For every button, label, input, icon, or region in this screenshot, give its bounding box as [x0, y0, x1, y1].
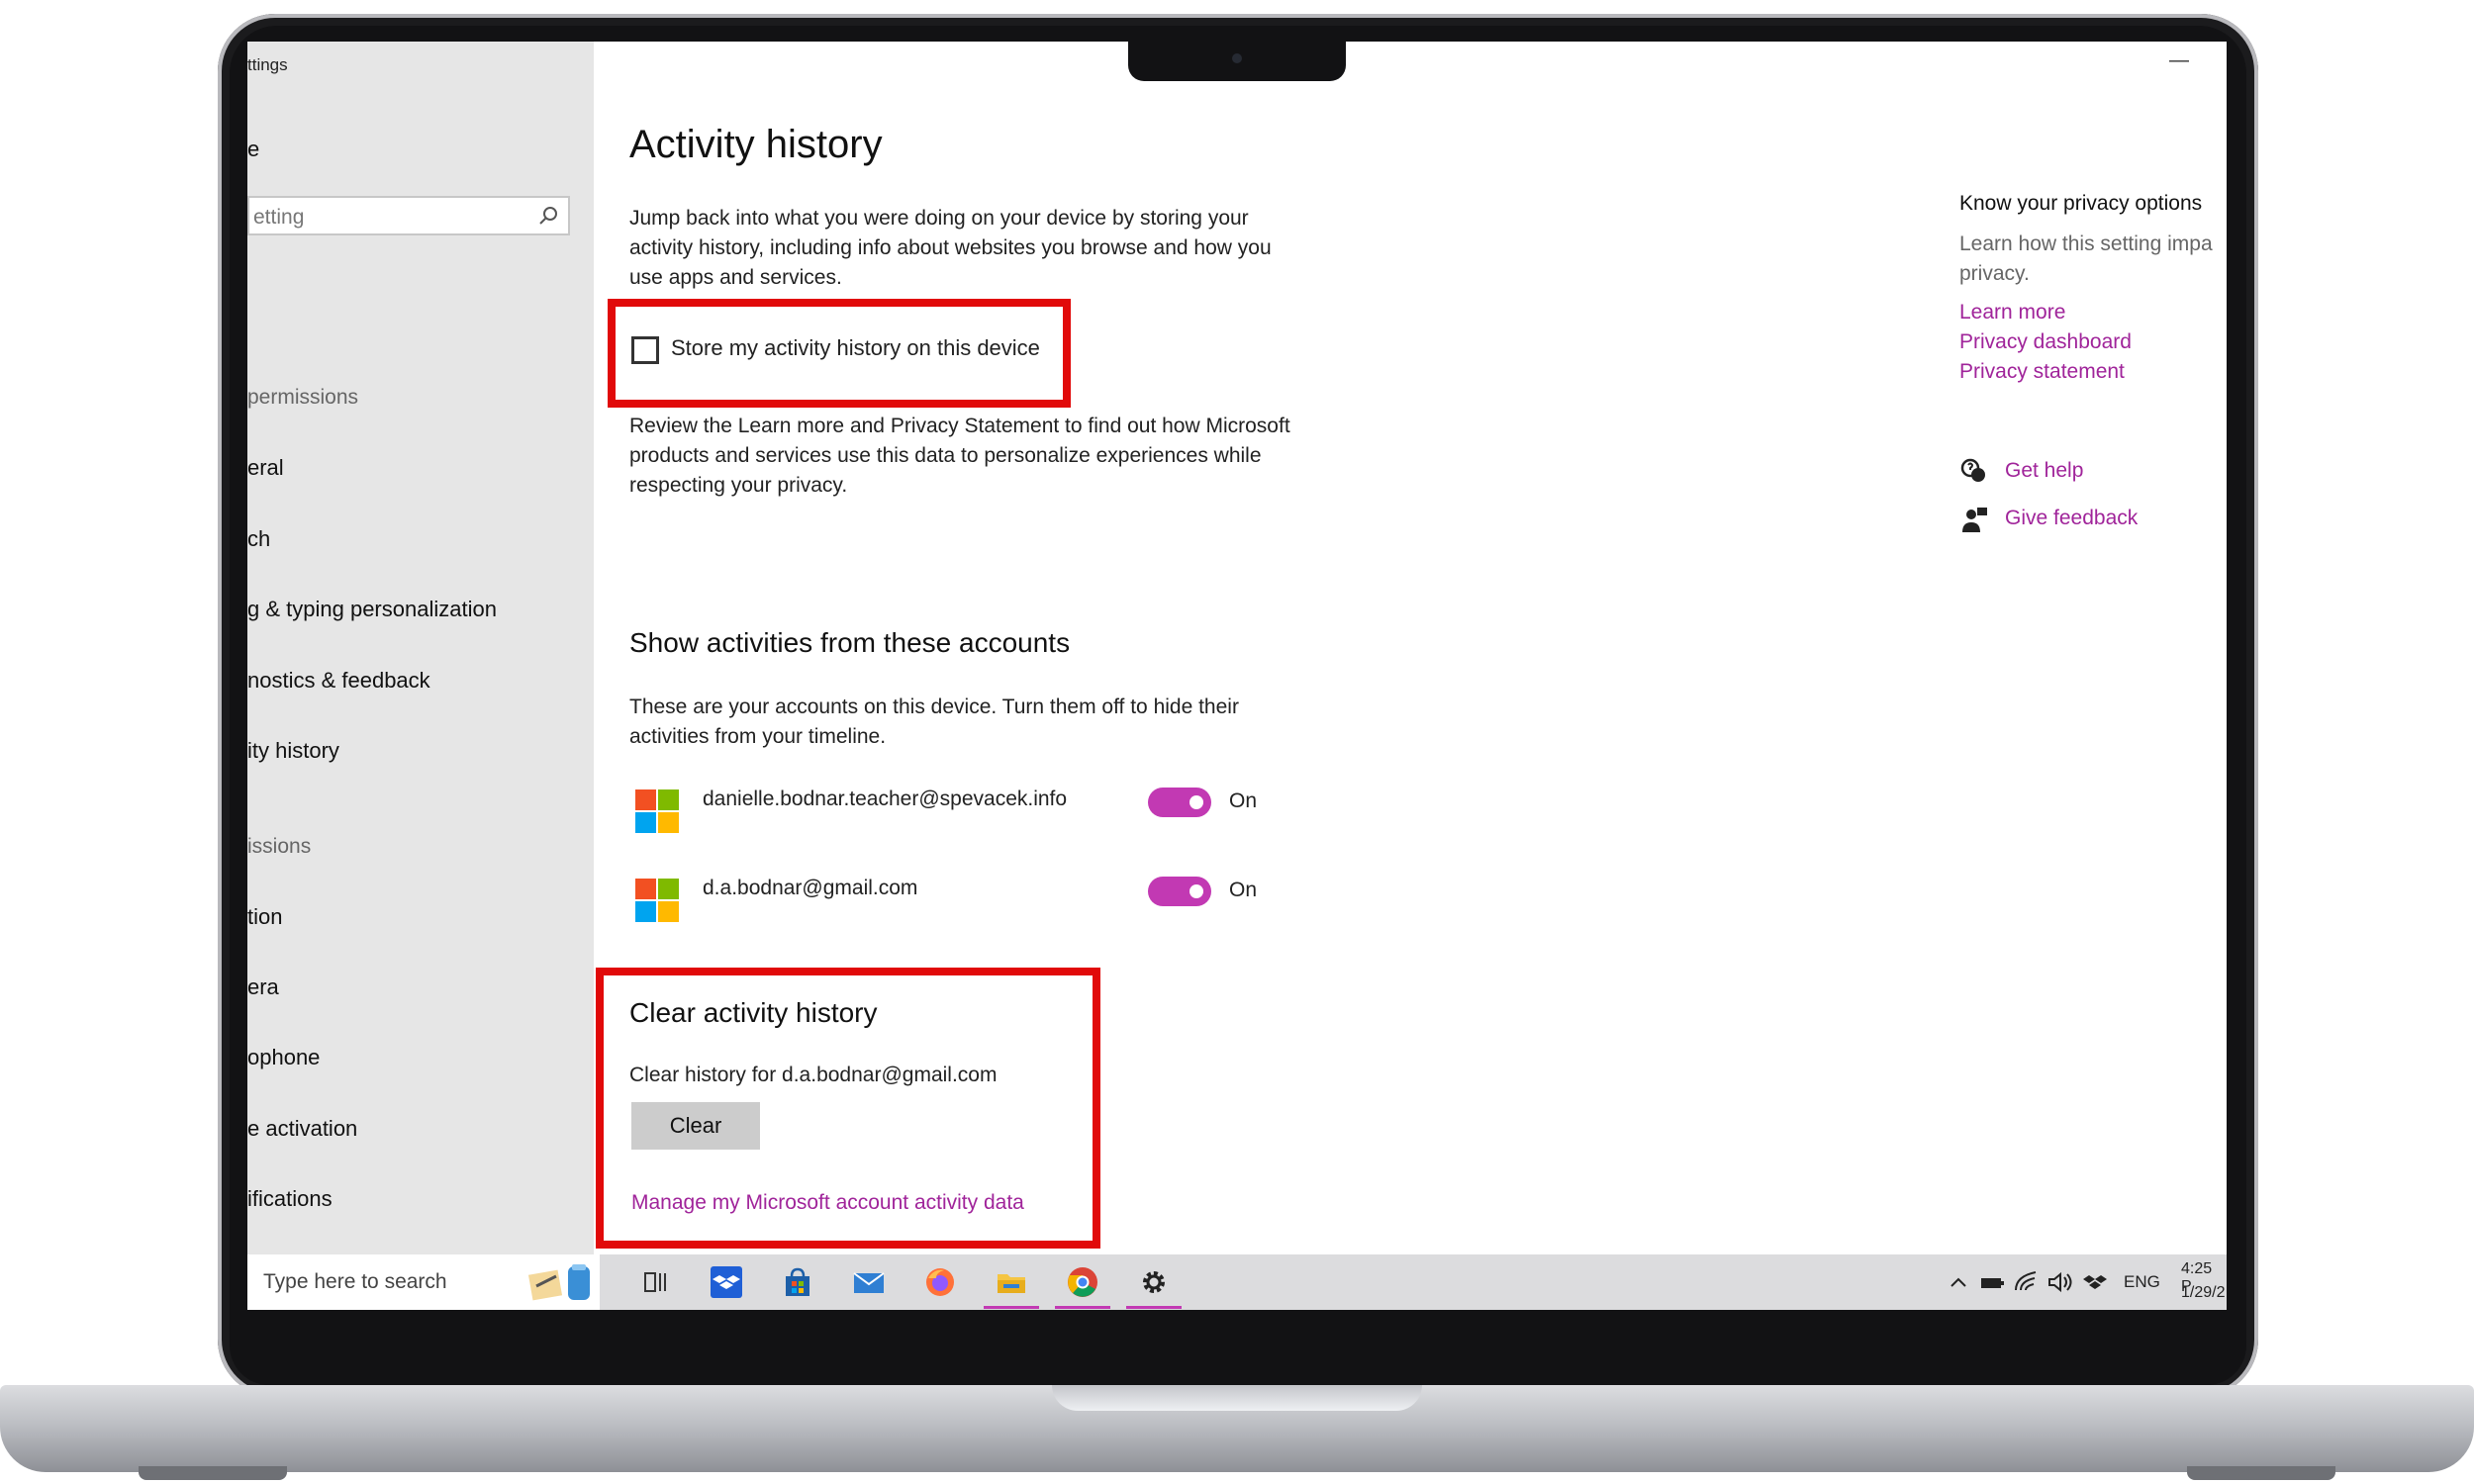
taskbar-search-box[interactable]: Type here to search	[247, 1254, 600, 1310]
laptop-foot-right	[2187, 1466, 2335, 1480]
dropbox-tray-icon[interactable]	[2082, 1264, 2108, 1300]
settings-gear-icon[interactable]	[1136, 1264, 1172, 1300]
account-toggle[interactable]	[1148, 877, 1211, 906]
find-setting-search-box[interactable]: etting	[247, 196, 570, 235]
sidebar-heading-windows-permissions: permissions	[247, 386, 359, 409]
toggle-knob	[1189, 884, 1203, 898]
intro-text: Jump back into what you were doing on yo…	[629, 207, 1272, 289]
active-app-indicator	[1126, 1306, 1182, 1309]
mail-app-icon[interactable]	[851, 1264, 887, 1300]
sidebar-home[interactable]: e	[247, 137, 259, 162]
window-title: ttings	[247, 55, 288, 74]
account-email: danielle.bodnar.teacher@spevacek.info	[703, 788, 1068, 810]
microsoft-logo-icon	[635, 879, 679, 922]
manage-account-activity-link[interactable]: Manage my Microsoft account activity dat…	[631, 1191, 1024, 1215]
page-title: Activity history	[629, 123, 883, 166]
store-activity-checkbox[interactable]	[631, 336, 659, 364]
chrome-app-icon[interactable]	[1065, 1264, 1100, 1300]
sidebar-item-diagnostics[interactable]: nostics & feedback	[247, 668, 430, 694]
store-app-icon[interactable]	[780, 1264, 815, 1300]
clock-date[interactable]: 1/29/2	[2181, 1284, 2225, 1302]
clear-button[interactable]: Clear	[631, 1102, 760, 1150]
laptop-foot-left	[139, 1466, 287, 1480]
accounts-description: These are your accounts on this device. …	[629, 696, 1239, 748]
get-help-link[interactable]: Get help	[2005, 459, 2083, 483]
account-email: d.a.bodnar@gmail.com	[703, 877, 918, 899]
sidebar-item-location[interactable]: tion	[247, 904, 282, 930]
active-app-indicator	[1055, 1306, 1110, 1309]
sidebar-item-general[interactable]: eral	[247, 455, 284, 481]
sidebar-item-notifications[interactable]: ifications	[247, 1186, 333, 1212]
file-explorer-icon[interactable]	[994, 1264, 1029, 1300]
camera-icon	[1232, 53, 1242, 63]
toggle-state-label: On	[1229, 789, 1258, 812]
give-feedback-link[interactable]: Give feedback	[2005, 507, 2138, 530]
accounts-section-title: Show activities from these accounts	[629, 627, 1071, 658]
account-toggle[interactable]	[1148, 788, 1211, 817]
active-app-indicator	[984, 1306, 1039, 1309]
clear-section-title: Clear activity history	[629, 997, 878, 1028]
dropbox-app-icon[interactable]	[709, 1264, 744, 1300]
review-text: Review the Learn more and Privacy Statem…	[629, 415, 1290, 497]
store-activity-checkbox-label[interactable]: Store my activity history on this device	[671, 335, 1040, 361]
search-input[interactable]: etting	[253, 206, 304, 230]
sidebar-item-inking-typing[interactable]: g & typing personalization	[247, 597, 497, 622]
toggle-state-label: On	[1229, 879, 1258, 901]
settings-window: ttings e etting permissions eral ch g & …	[247, 42, 2227, 1310]
taskbar: Type here to search ENG 4:25 P 1/29/2	[247, 1254, 2227, 1310]
taskbar-search-input[interactable]: Type here to search	[263, 1270, 447, 1294]
sidebar-item-microphone[interactable]: ophone	[247, 1045, 320, 1070]
task-view-icon[interactable]	[637, 1264, 673, 1300]
clear-history-subtitle: Clear history for d.a.bodnar@gmail.com	[629, 1064, 998, 1086]
get-help-icon[interactable]	[1959, 457, 1989, 487]
toggle-knob	[1189, 795, 1203, 809]
laptop-lid-notch	[1052, 1385, 1422, 1411]
learn-more-link[interactable]: Learn more	[1959, 301, 2065, 325]
volume-icon[interactable]	[2046, 1264, 2074, 1300]
sidebar-heading-app-permissions: issions	[247, 835, 312, 858]
wifi-icon[interactable]	[2013, 1264, 2039, 1300]
chevron-up-icon[interactable]	[1946, 1264, 1971, 1300]
battery-icon[interactable]	[1979, 1264, 2005, 1300]
privacy-options-title: Know your privacy options	[1959, 192, 2203, 215]
search-highlight-icon	[527, 1264, 590, 1301]
sidebar-item-voice-activation[interactable]: e activation	[247, 1116, 357, 1142]
minimize-button[interactable]: —	[2169, 49, 2189, 72]
give-feedback-icon[interactable]	[1959, 505, 1989, 534]
sidebar-item-camera[interactable]: era	[247, 974, 279, 1000]
laptop-chin	[230, 1316, 2246, 1385]
search-icon[interactable]	[534, 203, 562, 231]
privacy-options-description: Learn how this setting impa privacy.	[1959, 232, 2213, 285]
sidebar-item-activity-history[interactable]: ity history	[247, 738, 339, 764]
firefox-app-icon[interactable]	[922, 1264, 958, 1300]
sidebar-item-speech[interactable]: ch	[247, 526, 270, 552]
privacy-dashboard-link[interactable]: Privacy dashboard	[1959, 330, 2132, 354]
privacy-statement-link[interactable]: Privacy statement	[1959, 360, 2125, 384]
microsoft-logo-icon	[635, 789, 679, 833]
language-indicator[interactable]: ENG	[2124, 1272, 2160, 1292]
settings-sidebar: ttings e etting permissions eral ch g & …	[247, 42, 594, 1254]
